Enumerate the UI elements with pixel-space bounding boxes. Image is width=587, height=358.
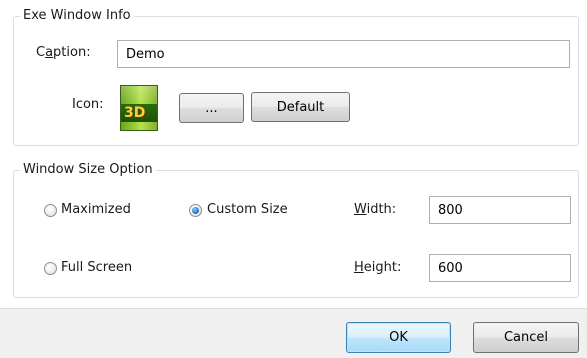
icon-shine [121, 86, 157, 104]
icon-3d-text: 3D [124, 105, 146, 121]
full-screen-label[interactable]: Full Screen [61, 260, 132, 276]
width-input[interactable] [429, 196, 571, 224]
height-input[interactable] [429, 254, 571, 282]
caption-input[interactable] [117, 40, 570, 68]
ok-button[interactable]: OK [346, 322, 451, 353]
maximized-label[interactable]: Maximized [61, 202, 131, 218]
full-screen-radio[interactable] [44, 262, 57, 275]
custom-size-label[interactable]: Custom Size [207, 202, 288, 218]
exe-window-info-group [13, 16, 579, 146]
exe-window-info-legend: Exe Window Info [20, 8, 134, 24]
default-icon-button[interactable]: Default [251, 92, 350, 122]
app-icon-preview: 3D [120, 85, 158, 131]
caption-label: Caption: [36, 45, 91, 60]
icon-label: Icon: [72, 97, 104, 112]
browse-icon-button[interactable]: ... [179, 93, 244, 123]
maximized-radio[interactable] [44, 204, 57, 217]
height-label: Height: [354, 260, 402, 275]
window-size-option-legend: Window Size Option [20, 162, 156, 178]
custom-size-radio[interactable] [189, 204, 202, 217]
cancel-button[interactable]: Cancel [473, 322, 579, 353]
width-label: Width: [354, 202, 397, 217]
